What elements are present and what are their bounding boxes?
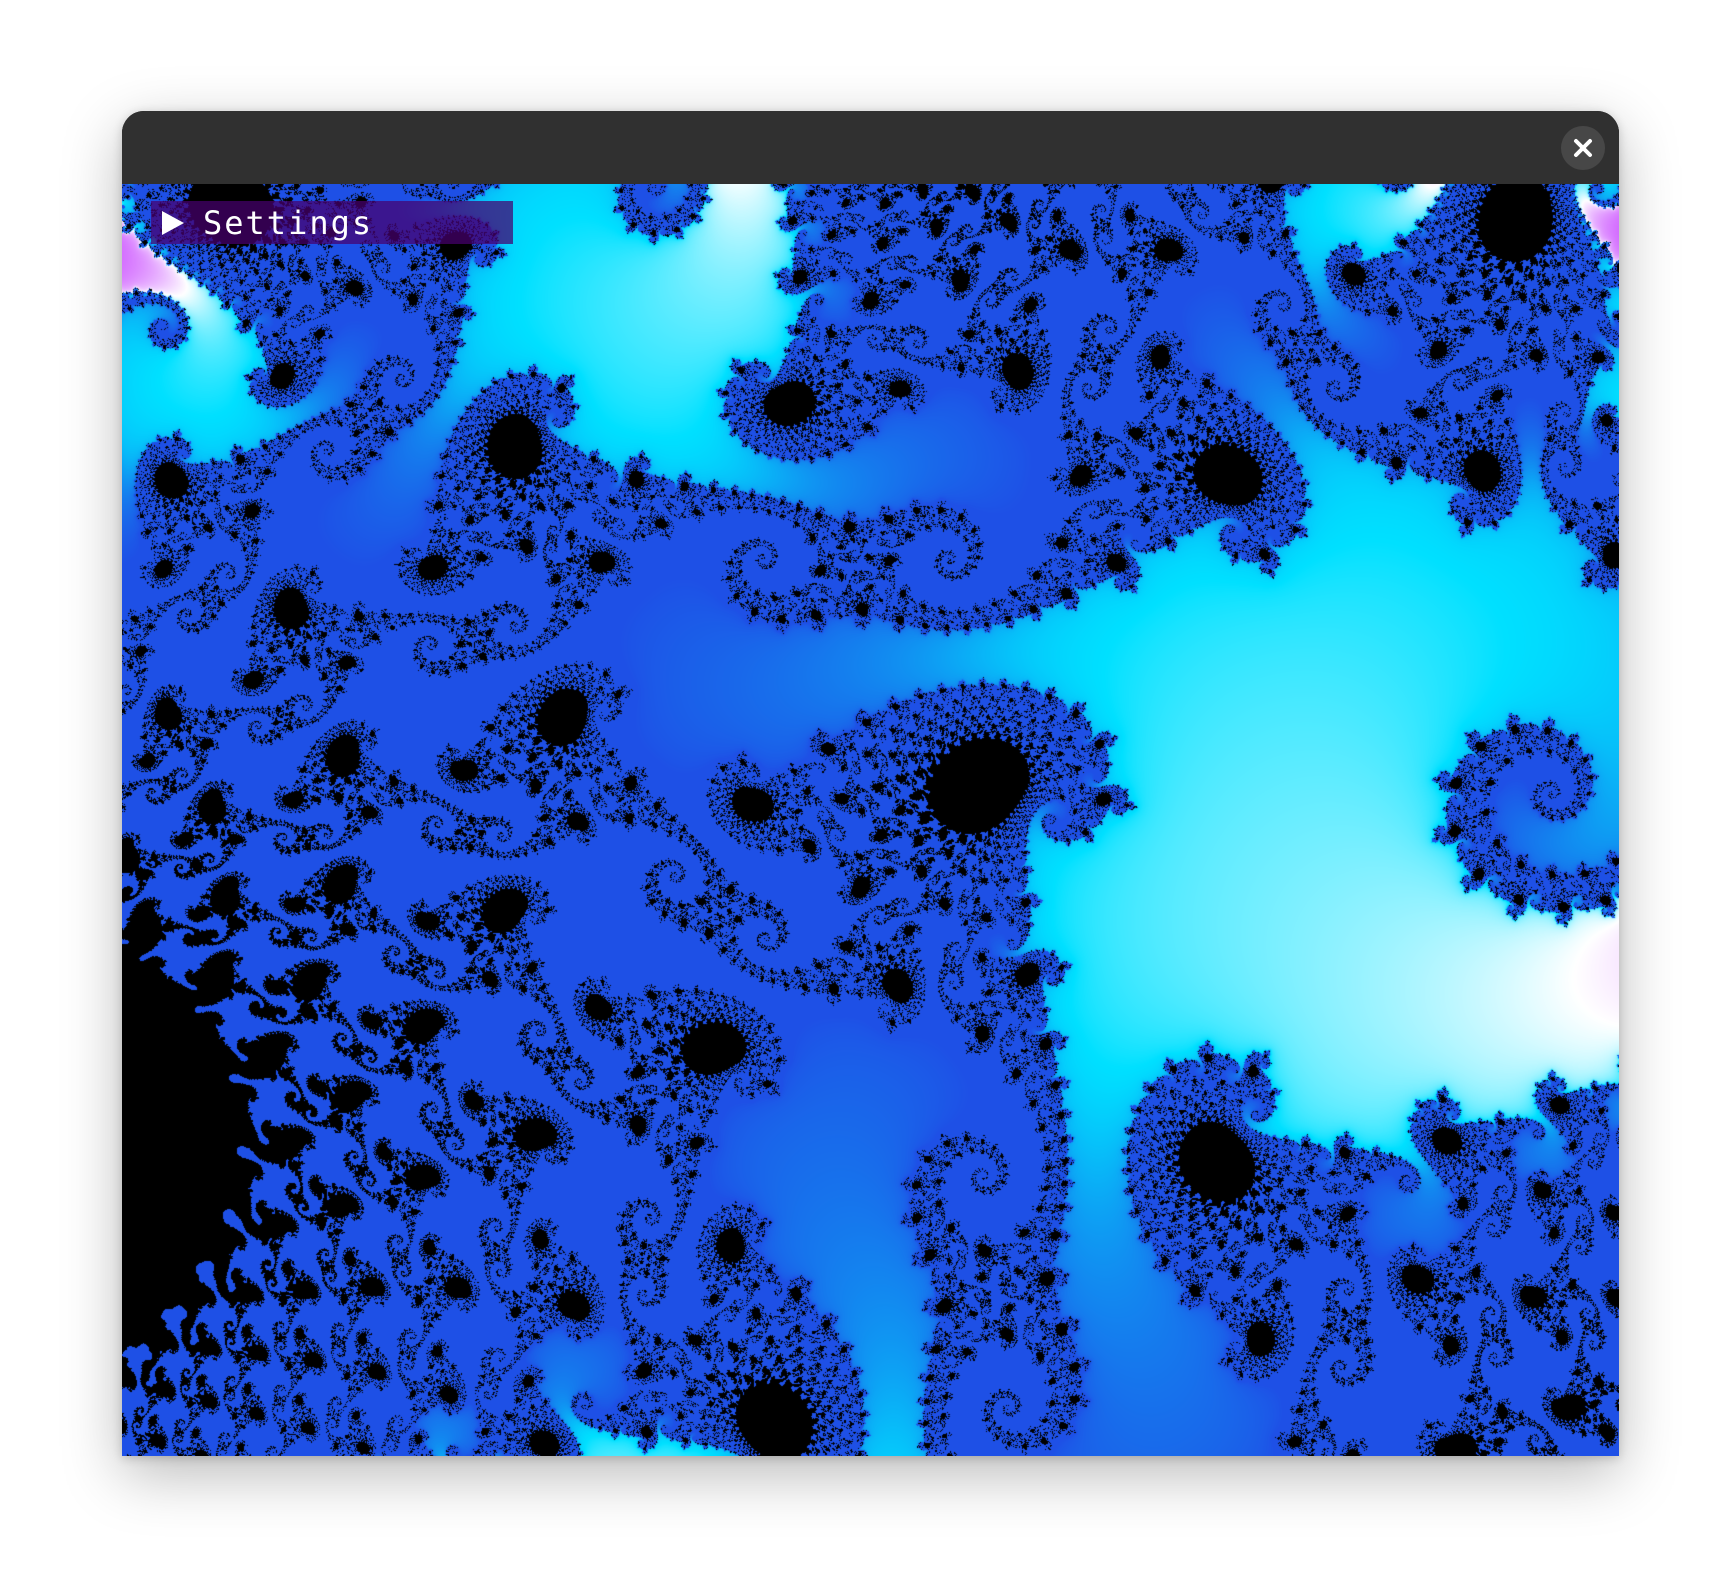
close-button[interactable] xyxy=(1561,126,1605,170)
title-bar[interactable] xyxy=(122,111,1619,184)
app-window: Settings xyxy=(122,111,1619,1456)
settings-collapsible-header[interactable]: Settings xyxy=(151,201,513,244)
triangle-right-icon xyxy=(162,210,184,235)
fractal-viewport[interactable]: Settings xyxy=(122,184,1619,1456)
settings-label: Settings xyxy=(203,203,374,242)
close-icon xyxy=(1574,139,1592,157)
julia-set-canvas[interactable] xyxy=(122,184,1619,1456)
